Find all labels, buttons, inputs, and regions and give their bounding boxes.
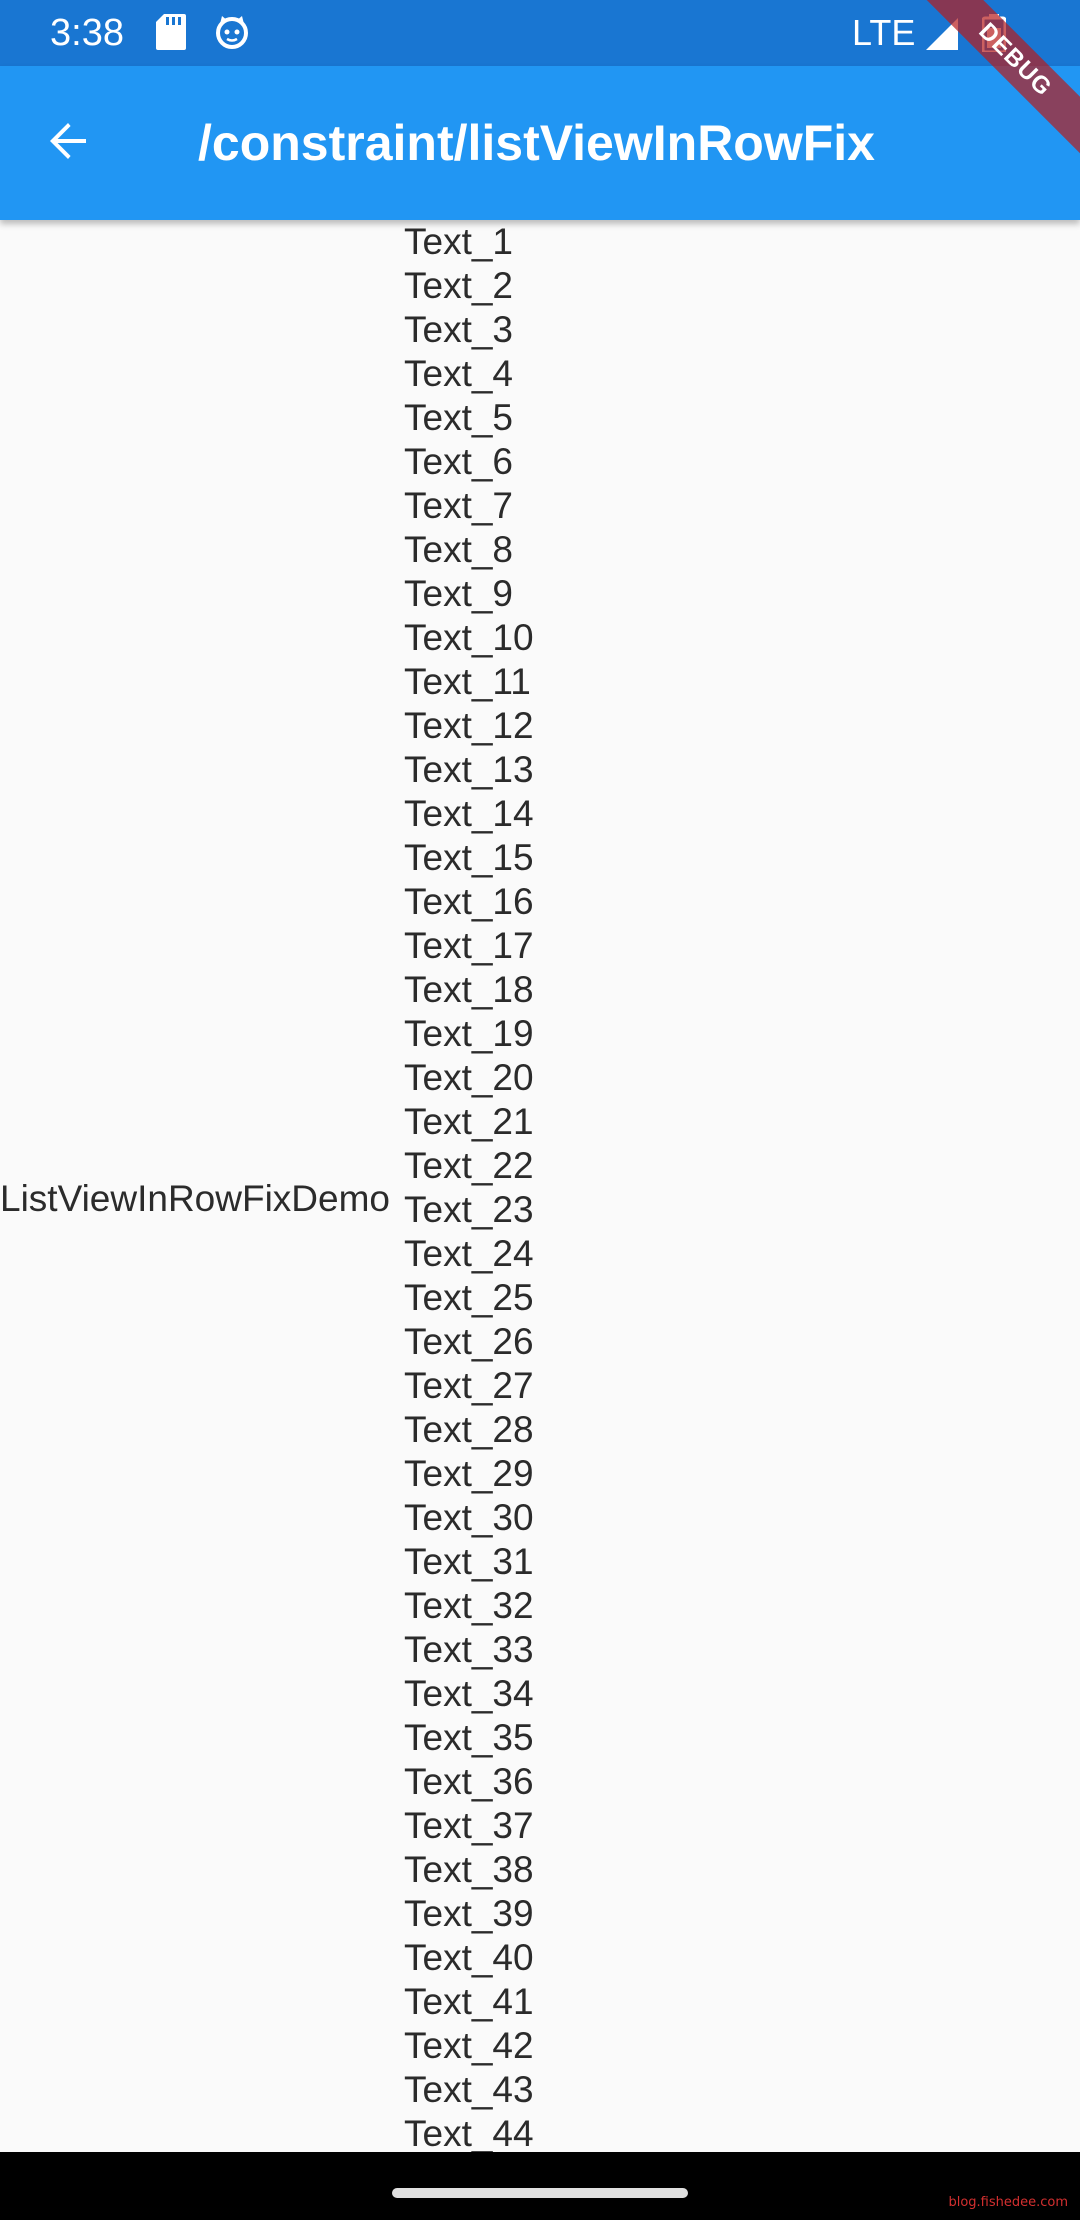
list-item: Text_5: [404, 397, 514, 438]
list-item: Text_14: [404, 793, 534, 834]
list-item: Text_38: [404, 1849, 534, 1890]
list-item: Text_30: [404, 1497, 534, 1538]
list-item: Text_24: [404, 1233, 534, 1274]
list-item: Text_41: [404, 1981, 534, 2022]
row-left-label: ListViewInRowFixDemo: [0, 1178, 390, 1219]
list-item: Text_39: [404, 1893, 534, 1934]
row-content: ListViewInRowFixDemo Text_1 Text_2 Text_3 T…: [0, 220, 1080, 2152]
list-item: Text_21: [404, 1101, 534, 1142]
page-title: /constraint/listViewInRowFix: [198, 115, 875, 171]
back-button[interactable]: [36, 111, 100, 175]
list-item: Text_12: [404, 705, 534, 746]
arrow-left-icon: [44, 117, 92, 170]
list-item: Text_9: [404, 573, 514, 614]
cat-face-icon: [214, 14, 250, 55]
list-item: Text_15: [404, 837, 534, 878]
list-item: Text_29: [404, 1453, 534, 1494]
list-item: Text_16: [404, 881, 534, 922]
status-bar: 3:38 LTE: [0, 0, 1080, 66]
list-item: Text_7: [404, 485, 514, 526]
list-item: Text_25: [404, 1277, 534, 1318]
system-nav-bar: blog.fishedee.com: [0, 2152, 1080, 2220]
list-item: Text_33: [404, 1629, 534, 1670]
home-indicator[interactable]: [392, 2188, 688, 2198]
list-item: Text_28: [404, 1409, 534, 1450]
list-item: Text_26: [404, 1321, 534, 1362]
list-item: Text_40: [404, 1937, 534, 1978]
list-item: Text_23: [404, 1189, 534, 1230]
list-item: Text_6: [404, 441, 514, 482]
list-item: Text_19: [404, 1013, 534, 1054]
list-view[interactable]: Text_1 Text_2 Text_3 Text_4 Text_5 Text_6 Text…: [404, 220, 604, 2152]
sd-card-icon: [156, 14, 186, 55]
list-item: Text_8: [404, 529, 514, 570]
list-item: Text_22: [404, 1145, 534, 1186]
list-item: Text_31: [404, 1541, 534, 1582]
list-item: Text_36: [404, 1761, 534, 1802]
list-item: Text_4: [404, 353, 514, 394]
list-item: Text_10: [404, 617, 534, 658]
list-item: Text_20: [404, 1057, 534, 1098]
list-item: Text_35: [404, 1717, 534, 1758]
watermark: blog.fishedee.com: [948, 2195, 1068, 2210]
list-item: Text_32: [404, 1585, 534, 1626]
list-item: Text_13: [404, 749, 534, 790]
list-item: Text_17: [404, 925, 534, 966]
list-item: Text_44: [404, 2113, 534, 2152]
list-item: Text_18: [404, 969, 534, 1010]
network-type: LTE: [852, 12, 916, 53]
list-item: Text_2: [404, 265, 514, 306]
status-time: 3:38: [50, 12, 124, 54]
list-item: Text_3: [404, 309, 514, 350]
list-item: Text_27: [404, 1365, 534, 1406]
list-item: Text_1: [404, 221, 514, 262]
list-item: Text_43: [404, 2069, 534, 2110]
list-item: Text_34: [404, 1673, 534, 1714]
list-item: Text_42: [404, 2025, 534, 2066]
list-item: Text_11: [404, 661, 531, 702]
app-bar: /constraint/listViewInRowFix: [0, 66, 1080, 220]
list-item: Text_37: [404, 1805, 534, 1846]
